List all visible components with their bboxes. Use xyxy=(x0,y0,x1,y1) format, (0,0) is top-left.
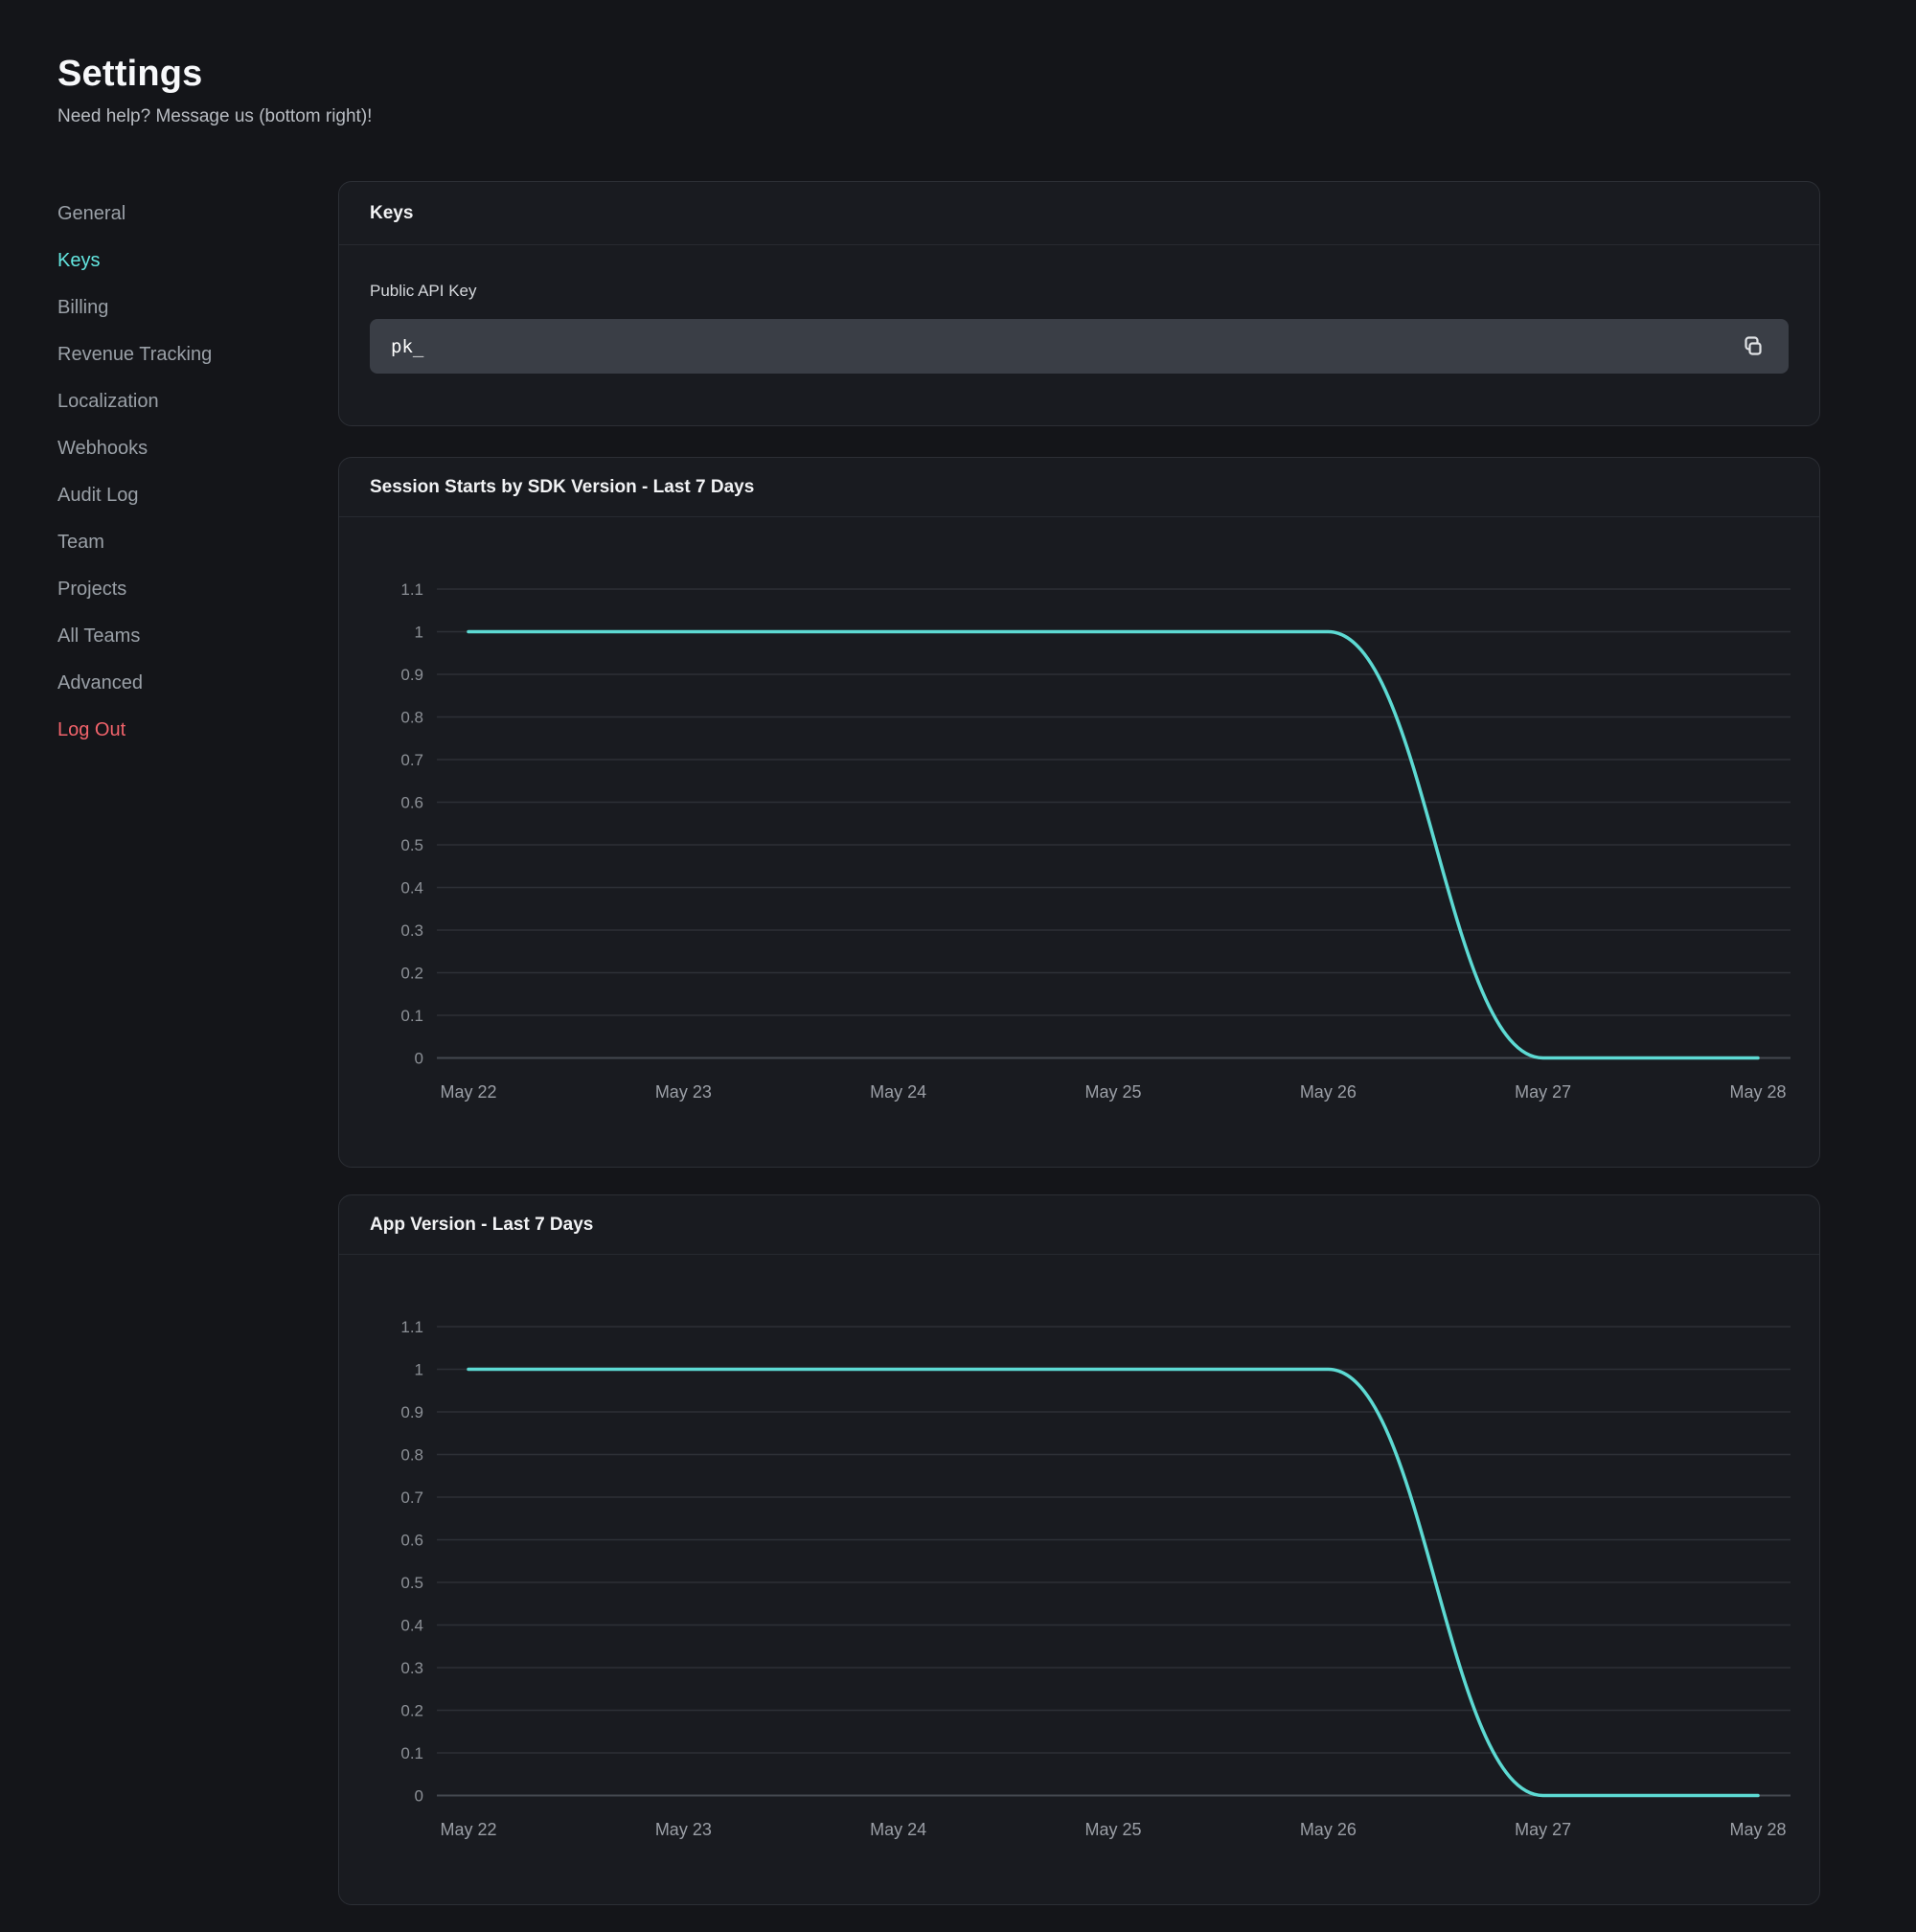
y-tick-label: 0.2 xyxy=(400,965,423,983)
y-tick-label: 0.9 xyxy=(400,1403,423,1421)
copy-icon xyxy=(1738,333,1765,360)
x-tick-label: May 22 xyxy=(440,1820,496,1839)
x-tick-label: May 24 xyxy=(870,1820,926,1839)
sidebar-item-webhooks[interactable]: Webhooks xyxy=(57,425,338,472)
app-version-chart-card: App Version - Last 7 Days 1.1 1 0.9 0.8 0.7 0… xyxy=(338,1194,1820,1905)
sidebar-item-revenue-tracking[interactable]: Revenue Tracking xyxy=(57,331,338,378)
sidebar-item-audit-log[interactable]: Audit Log xyxy=(57,472,338,519)
y-tick-label: 0 xyxy=(415,1787,423,1806)
public-api-key-value: pk_ xyxy=(391,336,423,357)
public-api-key-field[interactable]: pk_ xyxy=(370,319,1789,374)
sidebar-item-keys[interactable]: Keys xyxy=(57,238,338,284)
sidebar-item-localization[interactable]: Localization xyxy=(57,378,338,425)
y-tick-labels: 1.1 1 0.9 0.8 0.7 0.6 0.5 0.4 0.3 0.2 0.1 0 xyxy=(400,1318,423,1806)
copy-button[interactable] xyxy=(1735,330,1768,363)
y-grid xyxy=(437,1327,1791,1796)
sidebar-item-all-teams[interactable]: All Teams xyxy=(57,613,338,660)
y-tick-label: 0.3 xyxy=(400,921,423,940)
x-tick-label: May 23 xyxy=(655,1082,712,1102)
main-layout: GeneralKeysBillingRevenue TrackingLocali… xyxy=(57,181,1820,1932)
y-tick-label: 0.7 xyxy=(400,1489,423,1507)
sdk-version-chart: 1.110.90.80.70.60.50.40.30.20.10May 22Ma… xyxy=(339,517,1820,1167)
y-grid xyxy=(437,589,1791,1058)
y-tick-label: 0.8 xyxy=(400,709,423,727)
x-tick-label: May 27 xyxy=(1515,1820,1571,1839)
y-tick-label: 1.1 xyxy=(400,580,423,599)
page-subtitle: Need help? Message us (bottom right)! xyxy=(57,106,1820,127)
x-tick-label: May 23 xyxy=(655,1820,712,1839)
app-version-chart: 1.110.90.80.70.60.50.40.30.20.10May 22Ma… xyxy=(339,1255,1820,1904)
y-tick-label: 1 xyxy=(415,624,423,642)
x-tick-label: May 25 xyxy=(1084,1820,1141,1839)
app-version-chart-body: 1.110.90.80.70.60.50.40.30.20.10May 22Ma… xyxy=(339,1255,1819,1904)
sidebar: GeneralKeysBillingRevenue TrackingLocali… xyxy=(57,181,338,1932)
y-tick-label: 0.3 xyxy=(400,1659,423,1677)
y-tick-label: 0.5 xyxy=(400,836,423,854)
y-tick-label: 0.1 xyxy=(400,1744,423,1762)
y-tick-label: 0.1 xyxy=(400,1007,423,1025)
sidebar-item-team[interactable]: Team xyxy=(57,519,338,566)
y-tick-labels: 1.1 1 0.9 0.8 0.7 0.6 0.5 0.4 0.3 0.2 0.1 0 xyxy=(400,580,423,1068)
y-tick-label: 0.6 xyxy=(400,1532,423,1550)
sidebar-item-projects[interactable]: Projects xyxy=(57,566,338,613)
sidebar-item-billing[interactable]: Billing xyxy=(57,284,338,331)
x-tick-label: May 28 xyxy=(1729,1082,1786,1102)
x-tick-labels: May 22 May 23 May 24 May 25 May 26 May 27 May … xyxy=(440,1820,1786,1839)
x-tick-label: May 26 xyxy=(1300,1082,1357,1102)
x-tick-label: May 22 xyxy=(440,1082,496,1102)
sidebar-item-advanced[interactable]: Advanced xyxy=(57,660,338,707)
sidebar-item-general[interactable]: General xyxy=(57,191,338,238)
sdk-version-chart-body: 1.110.90.80.70.60.50.40.30.20.10May 22Ma… xyxy=(339,517,1819,1167)
keys-card-title: Keys xyxy=(339,182,1819,245)
y-tick-label: 0.6 xyxy=(400,794,423,812)
sdk-version-chart-card: Session Starts by SDK Version - Last 7 D… xyxy=(338,457,1820,1168)
public-api-key-label: Public API Key xyxy=(370,282,1789,301)
y-tick-label: 0.9 xyxy=(400,666,423,684)
x-tick-label: May 26 xyxy=(1300,1820,1357,1839)
y-tick-label: 0 xyxy=(415,1050,423,1068)
y-tick-label: 1 xyxy=(415,1361,423,1379)
sidebar-item-log-out[interactable]: Log Out xyxy=(57,707,338,754)
app-version-chart-title: App Version - Last 7 Days xyxy=(339,1195,1819,1255)
x-tick-label: May 27 xyxy=(1515,1082,1571,1102)
y-tick-label: 1.1 xyxy=(400,1318,423,1336)
keys-card-body: Public API Key pk_ xyxy=(339,245,1819,425)
y-tick-label: 0.2 xyxy=(400,1702,423,1720)
keys-card: Keys Public API Key pk_ xyxy=(338,181,1820,426)
y-tick-label: 0.5 xyxy=(400,1574,423,1592)
page-title: Settings xyxy=(57,54,1820,95)
settings-page: Settings Need help? Message us (bottom r… xyxy=(0,0,1916,1932)
y-tick-label: 0.4 xyxy=(400,1617,423,1635)
sdk-version-chart-title: Session Starts by SDK Version - Last 7 D… xyxy=(339,458,1819,517)
x-tick-label: May 25 xyxy=(1084,1082,1141,1102)
x-tick-label: May 24 xyxy=(870,1082,926,1102)
x-tick-labels: May 22 May 23 May 24 May 25 May 26 May 27 May … xyxy=(440,1082,1786,1102)
y-tick-label: 0.8 xyxy=(400,1446,423,1465)
y-tick-label: 0.4 xyxy=(400,879,423,898)
x-tick-label: May 28 xyxy=(1729,1820,1786,1839)
y-tick-label: 0.7 xyxy=(400,751,423,769)
content-column: Keys Public API Key pk_ S xyxy=(338,181,1820,1932)
